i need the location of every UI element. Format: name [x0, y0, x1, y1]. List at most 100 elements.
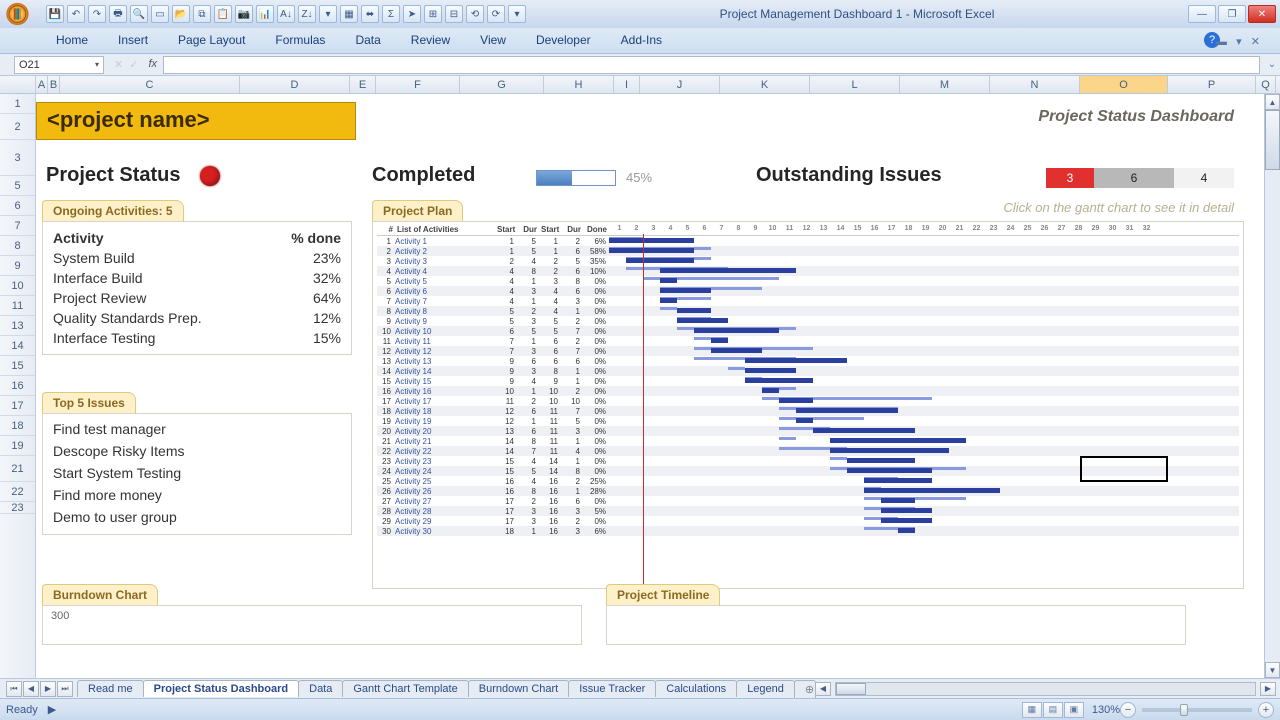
zoom-in-button[interactable]: + [1258, 702, 1274, 718]
office-button[interactable] [4, 1, 42, 27]
ribbon-tab-data[interactable]: Data [349, 29, 386, 53]
qat-preview-icon[interactable]: 🔍 [130, 5, 148, 23]
col-header-D[interactable]: D [240, 76, 350, 93]
ribbon-tab-add-ins[interactable]: Add-Ins [615, 29, 668, 53]
ribbon-tab-home[interactable]: Home [50, 29, 94, 53]
col-header-I[interactable]: I [614, 76, 640, 93]
qat-open-icon[interactable]: 📂 [172, 5, 190, 23]
hscroll-thumb[interactable] [836, 683, 866, 695]
col-header-K[interactable]: K [720, 76, 810, 93]
qat-pointer-icon[interactable]: ➤ [403, 5, 421, 23]
sheet-tab-project-status-dashboard[interactable]: Project Status Dashboard [143, 680, 299, 697]
sheet-tab-read-me[interactable]: Read me [77, 680, 144, 697]
col-header-L[interactable]: L [810, 76, 900, 93]
gantt-chart[interactable]: #List of ActivitiesStartDurStartDurDone1… [372, 221, 1244, 589]
col-header-A[interactable]: A [36, 76, 48, 93]
ribbon-minimize-icon[interactable]: ▬ ▾ ✕ [1216, 35, 1260, 48]
row-header-2[interactable]: 2 [0, 114, 35, 140]
row-header-7[interactable]: 7 [0, 216, 35, 236]
col-header-G[interactable]: G [460, 76, 544, 93]
row-header-1[interactable]: 1 [0, 94, 35, 114]
ribbon-tab-developer[interactable]: Developer [530, 29, 597, 53]
macro-record-icon[interactable]: ▶ [48, 703, 56, 716]
qat-filter-icon[interactable]: ▾ [319, 5, 337, 23]
ribbon-tab-review[interactable]: Review [405, 29, 456, 53]
zoom-thumb[interactable] [1180, 704, 1188, 716]
zoom-level[interactable]: 130% [1092, 704, 1120, 716]
qat-paste-icon[interactable]: 📋 [214, 5, 232, 23]
col-header-F[interactable]: F [376, 76, 460, 93]
fx-cancel-icon[interactable]: ✕ [114, 58, 123, 71]
qat-new-icon[interactable]: ▭ [151, 5, 169, 23]
sheet-nav-prev-icon[interactable]: ◀ [23, 681, 39, 697]
qat-copy-icon[interactable]: ⧉ [193, 5, 211, 23]
qat-undo-icon[interactable]: ↶ [67, 5, 85, 23]
fx-accept-icon[interactable]: ✓ [129, 58, 138, 71]
project-name-cell[interactable]: <project name> [36, 102, 356, 140]
minimize-button[interactable]: — [1188, 5, 1216, 23]
row-header-8[interactable]: 8 [0, 236, 35, 256]
row-header-10[interactable]: 10 [0, 276, 35, 296]
scroll-up-icon[interactable]: ▲ [1265, 94, 1280, 110]
select-all-corner[interactable] [0, 76, 36, 93]
sheet-canvas[interactable]: <project name> Project Status Dashboard … [36, 94, 1264, 678]
ribbon-tab-view[interactable]: View [474, 29, 512, 53]
qat-rotate-right-icon[interactable]: ⟳ [487, 5, 505, 23]
view-layout-icon[interactable]: ▤ [1043, 702, 1063, 718]
qat-camera-icon[interactable]: 📷 [235, 5, 253, 23]
sheet-nav-next-icon[interactable]: ▶ [40, 681, 56, 697]
zoom-slider[interactable] [1142, 708, 1252, 712]
col-header-Q[interactable]: Q [1256, 76, 1276, 93]
sheet-nav-last-icon[interactable]: ⏭ [57, 681, 73, 697]
row-header-16[interactable]: 16 [0, 376, 35, 396]
row-header-6[interactable]: 6 [0, 196, 35, 216]
qat-save-icon[interactable]: 💾 [46, 5, 64, 23]
qat-more-icon[interactable]: ▾ [508, 5, 526, 23]
view-pagebreak-icon[interactable]: ▣ [1064, 702, 1084, 718]
col-header-P[interactable]: P [1168, 76, 1256, 93]
sheet-tab-legend[interactable]: Legend [736, 680, 795, 697]
qat-chart-icon[interactable]: 📊 [256, 5, 274, 23]
col-header-J[interactable]: J [640, 76, 720, 93]
col-header-N[interactable]: N [990, 76, 1080, 93]
sheet-nav-first-icon[interactable]: ⏮ [6, 681, 22, 697]
qat-sort-desc-icon[interactable]: Z↓ [298, 5, 316, 23]
row-header-14[interactable]: 14 [0, 336, 35, 356]
col-header-C[interactable]: C [60, 76, 240, 93]
hscroll-left-icon[interactable]: ◀ [815, 682, 831, 696]
formula-expand-icon[interactable]: ⌄ [1264, 59, 1280, 70]
row-header-3[interactable]: 3 [0, 140, 35, 176]
row-header-11[interactable]: 11 [0, 296, 35, 316]
row-header-5[interactable]: 5 [0, 176, 35, 196]
vertical-scrollbar[interactable]: ▲ ▼ [1264, 94, 1280, 678]
name-box[interactable]: O21 [14, 56, 104, 74]
row-header-15[interactable]: 15 [0, 356, 35, 376]
view-normal-icon[interactable]: ▦ [1022, 702, 1042, 718]
sheet-tab-burndown-chart[interactable]: Burndown Chart [468, 680, 570, 697]
maximize-button[interactable]: ❐ [1218, 5, 1246, 23]
sheet-tab-issue-tracker[interactable]: Issue Tracker [568, 680, 656, 697]
qat-ungroup-icon[interactable]: ⊟ [445, 5, 463, 23]
row-header-18[interactable]: 18 [0, 416, 35, 436]
qat-group-icon[interactable]: ⊞ [424, 5, 442, 23]
row-headers[interactable]: 12356789101113141516171819212223 [0, 94, 36, 678]
sheet-tab-data[interactable]: Data [298, 680, 343, 697]
sheet-tab-gantt-chart-template[interactable]: Gantt Chart Template [342, 680, 468, 697]
qat-autosum-icon[interactable]: Σ [382, 5, 400, 23]
qat-merge-icon[interactable]: ⬌ [361, 5, 379, 23]
col-header-E[interactable]: E [350, 76, 376, 93]
col-header-H[interactable]: H [544, 76, 614, 93]
formula-bar[interactable] [163, 56, 1260, 74]
qat-sort-asc-icon[interactable]: A↓ [277, 5, 295, 23]
horizontal-scrollbar[interactable]: ◀ ▶ [815, 682, 1280, 696]
qat-redo-icon[interactable]: ↷ [88, 5, 106, 23]
scroll-down-icon[interactable]: ▼ [1265, 662, 1280, 678]
row-header-21[interactable]: 21 [0, 456, 35, 482]
sheet-tab-calculations[interactable]: Calculations [655, 680, 737, 697]
col-header-B[interactable]: B [48, 76, 60, 93]
vscroll-thumb[interactable] [1265, 110, 1280, 170]
zoom-out-button[interactable]: − [1120, 702, 1136, 718]
column-headers[interactable]: ABCDEFGHIJKLMNOPQ [0, 76, 1280, 94]
col-header-O[interactable]: O [1080, 76, 1168, 93]
row-header-22[interactable]: 22 [0, 482, 35, 502]
